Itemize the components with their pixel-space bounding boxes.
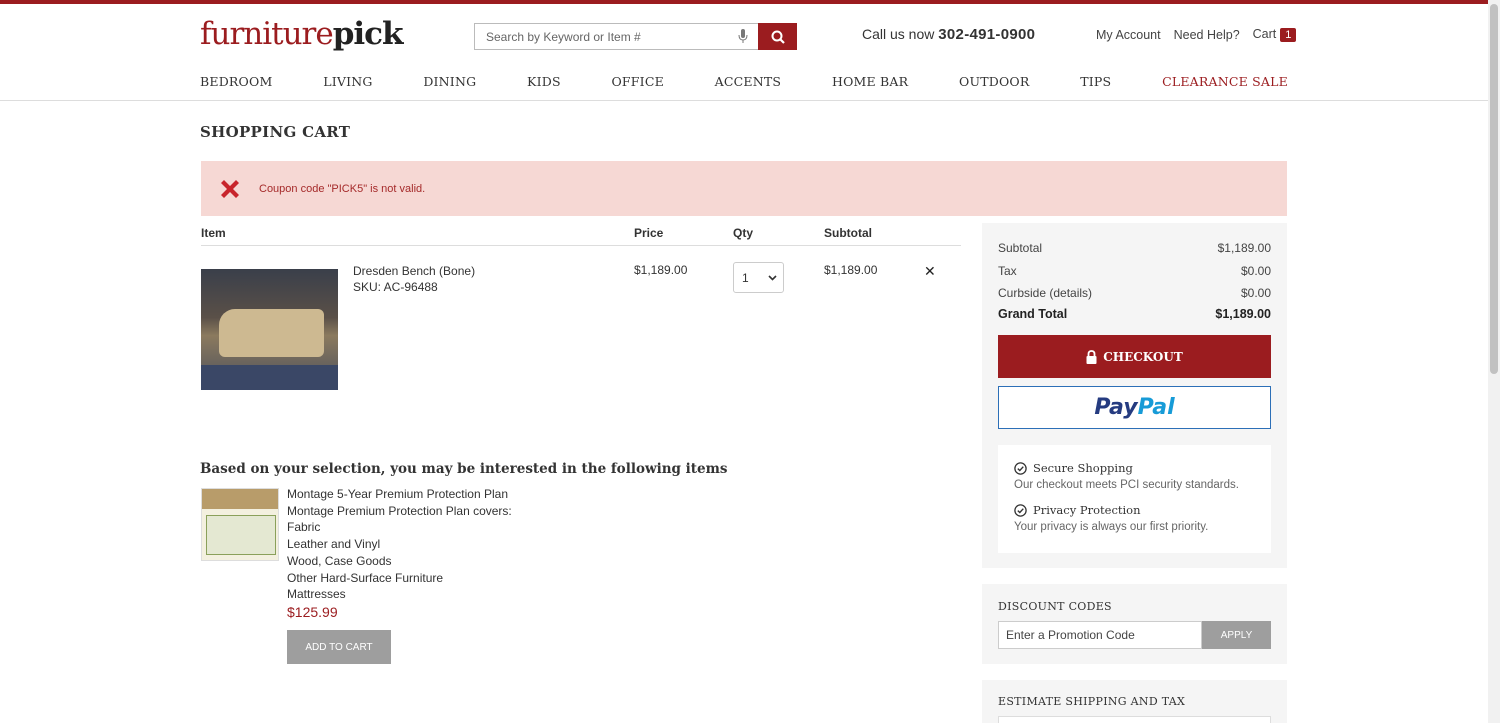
nav-bedroom[interactable]: BEDROOM — [200, 74, 272, 89]
discount-codes-panel: DISCOUNT CODES APPLY — [982, 584, 1287, 664]
nav-clearance-sale[interactable]: CLEARANCE SALE — [1162, 74, 1288, 89]
need-help-link[interactable]: Need Help? — [1174, 28, 1240, 42]
error-x-icon — [201, 177, 259, 201]
apply-button[interactable]: APPLY — [1202, 621, 1271, 649]
recommendation-details: Montage 5-Year Premium Protection Plan M… — [287, 486, 512, 602]
header-links: My Account Need Help? Cart 1 — [1096, 27, 1297, 42]
secure-shopping: Secure Shopping Our checkout meets PCI s… — [1014, 461, 1239, 491]
product-price: $1,189.00 — [634, 263, 688, 277]
header-subtotal: Subtotal — [824, 226, 872, 240]
nav-living[interactable]: LIVING — [323, 74, 372, 89]
order-summary: Subtotal $1,189.00 Tax $0.00 Curbside (det… — [982, 223, 1287, 568]
phone-number[interactable]: 302-491-0900 — [938, 26, 1035, 43]
header-qty: Qty — [733, 226, 754, 240]
product-image[interactable] — [201, 269, 338, 390]
summary-tax: Tax $0.00 — [998, 264, 1271, 278]
nav-home-bar[interactable]: HOME BAR — [832, 74, 908, 89]
recommendation-image[interactable] — [201, 488, 279, 561]
header-item: Item — [201, 226, 226, 240]
remove-icon[interactable]: ✕ — [924, 263, 936, 280]
main-nav: BEDROOM LIVING DINING KIDS OFFICE ACCENT… — [200, 74, 1288, 89]
shipping-estimate-panel: ESTIMATE SHIPPING AND TAX — [982, 680, 1287, 723]
promo-code-input[interactable] — [998, 621, 1202, 649]
cart-link[interactable]: Cart 1 — [1253, 27, 1297, 42]
checkout-button[interactable]: CHECKOUT — [998, 335, 1271, 378]
nav-kids[interactable]: KIDS — [527, 74, 561, 89]
check-circle-icon — [1014, 503, 1027, 517]
my-account-link[interactable]: My Account — [1096, 28, 1161, 42]
curbside-details-link[interactable]: Curbside (details) — [998, 286, 1092, 300]
product-subtotal: $1,189.00 — [824, 263, 878, 277]
search-icon — [771, 30, 785, 44]
lock-icon — [1086, 349, 1097, 364]
error-alert: Coupon code "PICK5" is not valid. — [201, 161, 1287, 216]
nav-divider — [0, 100, 1488, 101]
search-bar — [474, 23, 797, 50]
shipping-title[interactable]: ESTIMATE SHIPPING AND TAX — [998, 695, 1185, 708]
product-info: Dresden Bench (Bone) SKU: AC-96488 — [353, 263, 475, 295]
summary-grand-total: Grand Total $1,189.00 — [998, 307, 1271, 321]
header-price: Price — [634, 226, 664, 240]
phone-contact: Call us now 302-491-0900 — [862, 26, 1036, 43]
shipping-field[interactable] — [998, 716, 1271, 723]
discount-title: DISCOUNT CODES — [998, 600, 1112, 613]
recommendation-name[interactable]: Montage 5-Year Premium Protection Plan — [287, 486, 512, 503]
nav-tips[interactable]: TIPS — [1080, 74, 1111, 89]
nav-dining[interactable]: DINING — [423, 74, 476, 89]
check-circle-icon — [1014, 461, 1027, 475]
alert-message: Coupon code "PICK5" is not valid. — [259, 182, 426, 195]
recommendations-title: Based on your selection, you may be inte… — [200, 461, 728, 477]
search-input[interactable] — [475, 24, 728, 49]
trust-badges: Secure Shopping Our checkout meets PCI s… — [998, 445, 1271, 553]
nav-outdoor[interactable]: OUTDOOR — [959, 74, 1029, 89]
page-scrollbar[interactable] — [1488, 0, 1500, 723]
scrollbar-thumb[interactable] — [1490, 4, 1498, 374]
site-logo[interactable]: furniturepick — [200, 16, 404, 52]
top-accent-bar — [0, 0, 1488, 4]
cart-count-badge: 1 — [1280, 28, 1297, 42]
product-name[interactable]: Dresden Bench (Bone) — [353, 263, 475, 279]
chevron-down-icon — [768, 274, 777, 281]
privacy-protection: Privacy Protection Your privacy is alway… — [1014, 503, 1209, 533]
paypal-button[interactable]: Pay Pal — [998, 386, 1271, 429]
summary-curbside: Curbside (details) $0.00 — [998, 286, 1271, 300]
cart-table-header: Item Price Qty Subtotal — [201, 222, 961, 246]
add-to-cart-button[interactable]: ADD TO CART — [287, 630, 391, 664]
search-button[interactable] — [758, 23, 797, 50]
quantity-select[interactable]: 1 — [733, 262, 784, 293]
microphone-icon[interactable] — [728, 24, 758, 49]
product-sku: SKU: AC-96488 — [353, 280, 438, 294]
summary-subtotal: Subtotal $1,189.00 — [998, 241, 1271, 255]
nav-accents[interactable]: ACCENTS — [715, 74, 782, 89]
nav-office[interactable]: OFFICE — [611, 74, 663, 89]
recommendation-price: $125.99 — [287, 604, 338, 620]
page-title: SHOPPING CART — [200, 123, 351, 141]
